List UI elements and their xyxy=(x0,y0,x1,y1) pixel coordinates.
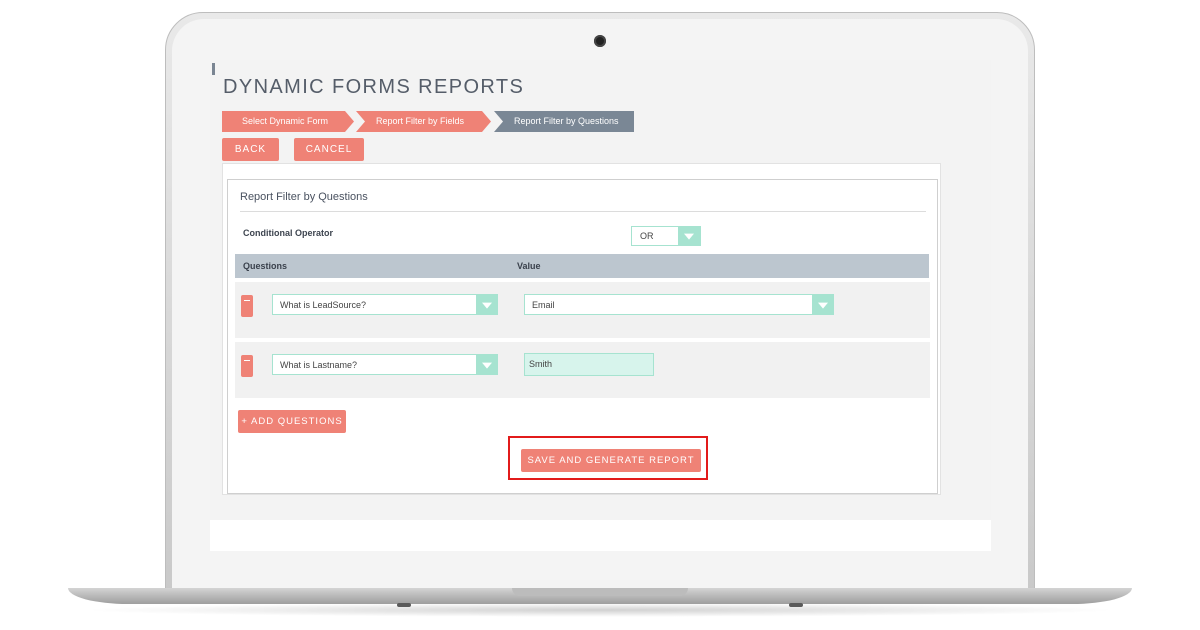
remove-row-button[interactable] xyxy=(241,355,253,377)
chevron-down-icon xyxy=(817,302,828,309)
step-report-filter-questions[interactable]: Report Filter by Questions xyxy=(494,111,634,132)
question-select[interactable]: What is LeadSource? xyxy=(272,294,498,315)
chevron-down-icon xyxy=(684,233,694,240)
table-row: What is LeadSource? Email xyxy=(235,282,930,338)
column-header-value: Value xyxy=(517,261,541,271)
laptop-shadow xyxy=(80,603,1120,617)
corner-mark xyxy=(212,63,215,75)
camera-icon xyxy=(594,35,606,47)
table-row: What is Lastname? Smith xyxy=(235,342,930,398)
value-select-value: Email xyxy=(532,300,555,310)
cancel-button[interactable]: CANCEL xyxy=(294,138,364,161)
back-button[interactable]: BACK xyxy=(222,138,279,161)
chevron-down-icon xyxy=(481,362,492,369)
step-report-filter-fields[interactable]: Report Filter by Fields xyxy=(356,111,491,132)
conditional-operator-label: Conditional Operator xyxy=(243,228,333,238)
screen: DYNAMIC FORMS REPORTS Select Dynamic For… xyxy=(210,60,991,551)
save-and-generate-report-button[interactable]: SAVE AND GENERATE REPORT xyxy=(521,449,701,472)
question-select-value: What is Lastname? xyxy=(280,360,358,370)
chevron-down-icon xyxy=(481,302,492,309)
conditional-operator-select[interactable]: OR xyxy=(631,226,701,246)
panel-divider xyxy=(240,211,926,212)
laptop-foot xyxy=(789,603,803,607)
value-input[interactable]: Smith xyxy=(524,353,654,376)
panel-title: Report Filter by Questions xyxy=(240,191,368,203)
dropdown-toggle[interactable] xyxy=(678,227,700,245)
remove-row-button[interactable] xyxy=(241,295,253,317)
step-select-dynamic-form[interactable]: Select Dynamic Form xyxy=(222,111,354,132)
page-title: DYNAMIC FORMS REPORTS xyxy=(223,76,525,98)
questions-table-header: Questions Value xyxy=(235,254,929,278)
dropdown-toggle[interactable] xyxy=(476,295,497,314)
column-header-questions: Questions xyxy=(243,261,288,271)
conditional-operator-value: OR xyxy=(640,231,654,241)
laptop-notch xyxy=(512,588,688,596)
report-filter-panel: Report Filter by Questions Conditional O… xyxy=(227,179,938,494)
question-select[interactable]: What is Lastname? xyxy=(272,354,498,375)
dropdown-toggle[interactable] xyxy=(476,355,497,374)
question-select-value: What is LeadSource? xyxy=(280,300,367,310)
value-select[interactable]: Email xyxy=(524,294,834,315)
dropdown-toggle[interactable] xyxy=(812,295,833,314)
laptop-foot xyxy=(397,603,411,607)
add-questions-button[interactable]: + ADD QUESTIONS xyxy=(238,410,346,433)
